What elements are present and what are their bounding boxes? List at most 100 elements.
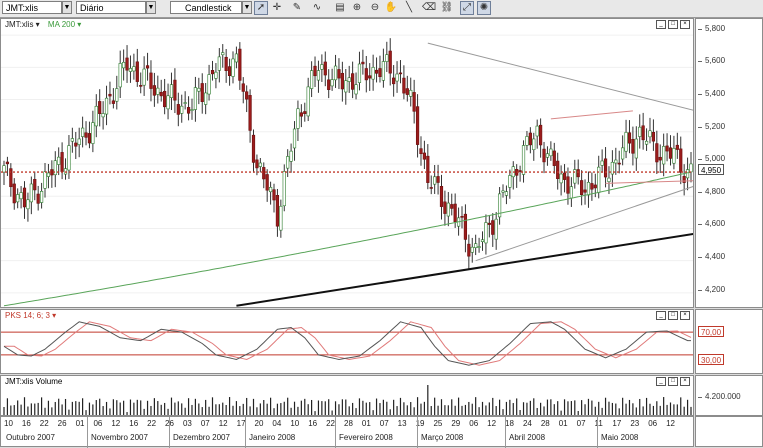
candle-body — [559, 173, 563, 184]
pointer-icon[interactable]: ➚ — [254, 1, 268, 15]
candle-body — [39, 191, 44, 203]
symbol-dropdown-arrow[interactable]: ▼ — [62, 1, 72, 14]
price-panel-label: JMT:xlis ▾ MA 200 ▾ — [5, 20, 81, 29]
close-icon[interactable]: × — [680, 377, 690, 386]
volume-label[interactable]: JMT:xlis Volume — [5, 377, 62, 386]
maximize-icon[interactable]: □ — [668, 377, 678, 386]
candle-body — [337, 69, 341, 79]
price-symbol-legend[interactable]: JMT:xlis ▾ — [5, 20, 40, 29]
zoom-in-icon[interactable]: ⊕ — [350, 1, 364, 15]
candle-body — [43, 171, 47, 189]
x-tick-label: 12 — [111, 419, 121, 428]
x-tick-label: 03 — [182, 419, 192, 428]
level-high-tag: 70,00 — [698, 326, 725, 337]
candle-body — [272, 189, 276, 201]
stochastic-label[interactable]: PKS 14; 6; 3 ▾ — [5, 311, 56, 320]
candle-body — [197, 87, 201, 92]
x-tick-label: 16 — [308, 419, 318, 428]
close-icon[interactable]: × — [680, 20, 690, 29]
period-select[interactable]: Diário — [76, 1, 146, 14]
candle-body — [668, 147, 673, 159]
x-month-label: Março 2008 — [421, 433, 464, 442]
zoom-out-icon[interactable]: ⊖ — [368, 1, 382, 15]
line-icon[interactable]: ╲ — [402, 1, 416, 15]
trendline — [427, 42, 693, 111]
candle-body — [361, 61, 365, 65]
last-price-tag: 4,950 — [698, 164, 725, 175]
candle-body — [450, 204, 454, 209]
x-tick-label: 16 — [129, 419, 139, 428]
candle-body — [251, 134, 256, 163]
candle-body — [67, 145, 71, 171]
settings-icon[interactable]: ✺ — [477, 1, 491, 15]
symbol-select[interactable]: JMT:xlis — [2, 1, 62, 14]
candle-body — [508, 175, 512, 188]
candle-body — [542, 148, 546, 163]
candle-body — [484, 222, 488, 244]
wave-icon[interactable]: ∿ — [310, 1, 324, 15]
candle-body — [600, 160, 604, 166]
candle-body — [180, 105, 184, 114]
link-icon[interactable]: ⛓ — [440, 1, 454, 15]
minimize-icon[interactable]: _ — [656, 311, 666, 320]
x-tick-label: 07 — [576, 419, 586, 428]
candle-body — [467, 243, 471, 257]
candle-body — [139, 85, 143, 87]
candle-body — [374, 69, 379, 74]
chart-style-dropdown-arrow[interactable]: ▼ — [242, 1, 252, 14]
ma-legend[interactable]: MA 200 ▾ — [48, 20, 81, 29]
candle-body — [60, 152, 64, 172]
candle-body — [63, 168, 68, 175]
y-tick: 5,800 — [697, 24, 726, 33]
candle-body — [87, 133, 92, 144]
candle-body — [70, 138, 74, 142]
y-tick: 5,600 — [697, 56, 726, 65]
fit-icon[interactable]: ⤢ — [460, 1, 474, 15]
close-icon[interactable]: × — [680, 311, 690, 320]
candle-body — [183, 102, 187, 104]
candle-body — [532, 138, 536, 151]
candle-body — [682, 176, 686, 183]
candle-body — [593, 184, 597, 189]
candle-body — [275, 194, 280, 227]
candle-body — [549, 148, 553, 157]
minimize-icon[interactable]: _ — [656, 20, 666, 29]
volume-chart[interactable] — [1, 376, 694, 416]
candle-body — [689, 163, 693, 173]
candle-body — [224, 56, 228, 72]
x-month-label: Dezembro 2007 — [173, 433, 230, 442]
candle-body — [296, 108, 300, 129]
candle-body — [521, 145, 526, 175]
candle-body — [46, 172, 51, 177]
candle-body — [453, 203, 457, 223]
candle-body — [371, 67, 375, 80]
candle-body — [607, 177, 611, 183]
stochastic-chart[interactable] — [1, 310, 694, 374]
period-dropdown-arrow[interactable]: ▼ — [146, 1, 156, 14]
chart-style-select[interactable]: Candlestick — [170, 1, 242, 14]
candle-body — [395, 73, 399, 82]
draw-icon[interactable]: ✎ — [290, 1, 304, 15]
eraser-icon[interactable]: ⌫ — [422, 1, 436, 15]
price-chart[interactable] — [1, 19, 694, 308]
candle-body — [658, 156, 662, 161]
month-divider — [335, 417, 336, 448]
x-tick-label: 22 — [326, 419, 335, 428]
crosshair-icon[interactable]: ✛ — [270, 1, 284, 15]
candle-body — [268, 187, 273, 193]
maximize-icon[interactable]: □ — [668, 311, 678, 320]
x-tick-label: 26 — [57, 419, 67, 428]
candle-body — [525, 136, 529, 146]
hand-icon[interactable]: ✋ — [384, 1, 398, 15]
minimize-icon[interactable]: _ — [656, 377, 666, 386]
candle-body — [166, 95, 170, 110]
candle-body — [460, 216, 464, 218]
candle-body — [262, 167, 266, 180]
x-tick-label: 29 — [451, 419, 461, 428]
candle-body — [364, 68, 368, 81]
maximize-icon[interactable]: □ — [668, 20, 678, 29]
candle-body — [313, 65, 317, 77]
month-divider — [597, 417, 598, 448]
candle-body — [111, 100, 115, 104]
text-icon[interactable]: ▤ — [333, 1, 347, 15]
